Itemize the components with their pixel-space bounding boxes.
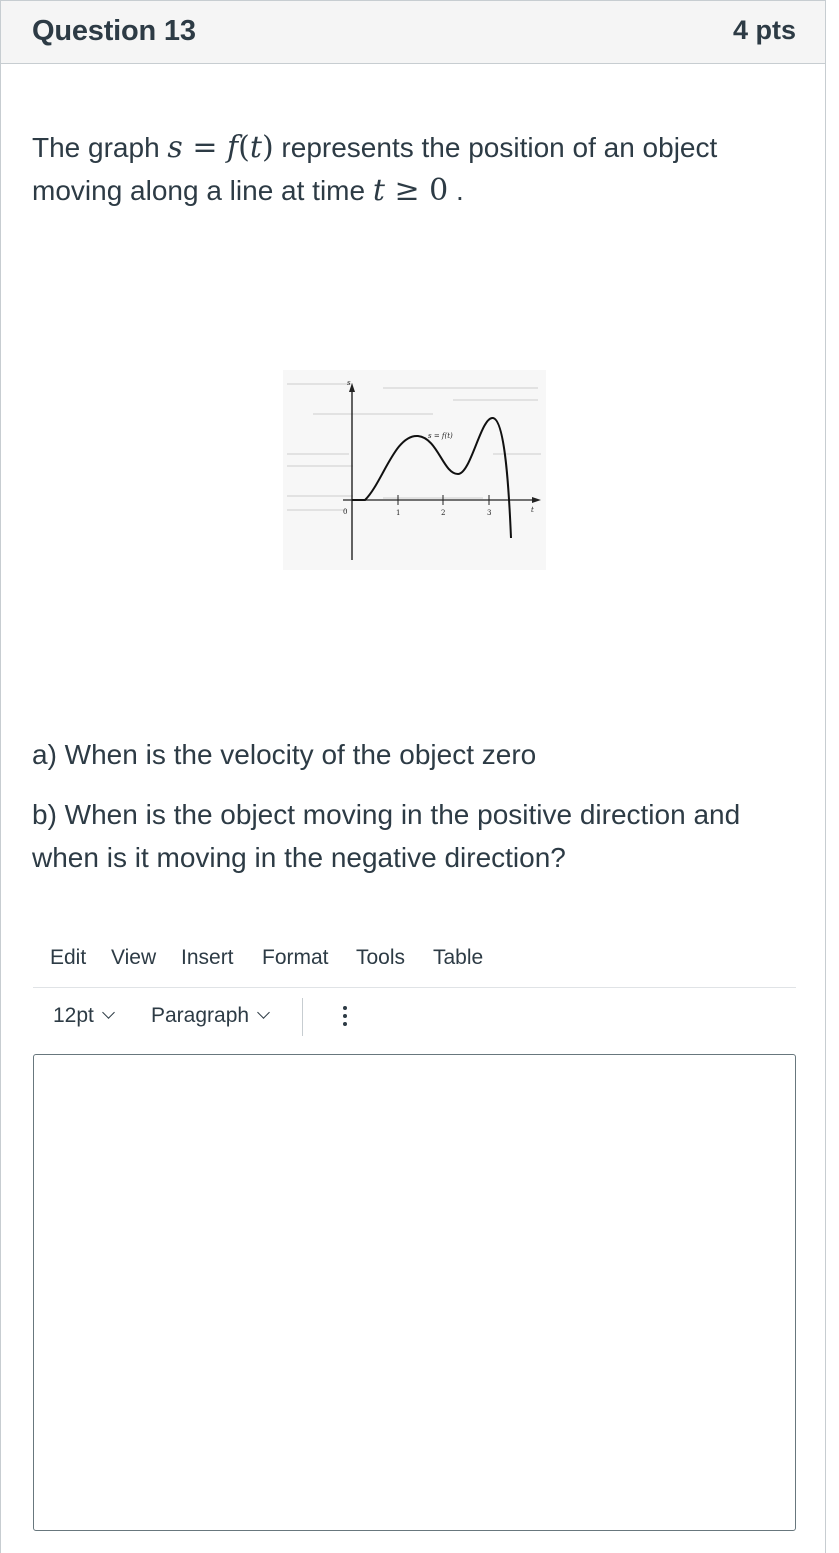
question-prompt: The graph s = f(t) represents the positi… [32,126,802,212]
toolbar-divider [302,998,303,1036]
math-condition: t ≥ 0 [372,173,449,208]
origin-label: 0 [343,508,347,516]
tick-label-1: 1 [396,509,400,517]
question-header: Question 13 4 pts [1,0,825,64]
chevron-down-icon [257,1006,270,1019]
math-expression: s = f(t) [167,130,274,165]
t-axis-label: t [531,506,534,514]
menu-format[interactable]: Format [262,946,329,970]
block-format-dropdown[interactable]: Paragraph [151,1004,270,1028]
tick-label-2: 2 [441,509,445,517]
editor-toolbar: 12pt Paragraph [33,994,796,1038]
more-options-icon[interactable] [333,1000,357,1032]
menu-edit[interactable]: Edit [50,946,86,970]
chevron-down-icon [102,1006,115,1019]
curve-label: s = f(t) [428,432,453,440]
menu-insert[interactable]: Insert [181,946,234,970]
prompt-text-end: . [448,175,464,206]
menu-view[interactable]: View [111,946,156,970]
menu-tools[interactable]: Tools [356,946,405,970]
tick-label-3: 3 [487,509,491,517]
answer-editor-area[interactable] [33,1054,796,1531]
prompt-text-before: The graph [32,132,168,163]
font-size-dropdown[interactable]: 12pt [53,1004,115,1028]
font-size-value: 12pt [53,1004,94,1027]
question-part-a: a) When is the velocity of the object ze… [32,739,537,770]
s-axis-label: s [347,379,351,387]
menu-table[interactable]: Table [433,946,483,970]
question-title: Question 13 [32,15,196,47]
quiz-question-card: Question 13 4 pts The graph s = f(t) rep… [0,0,826,1553]
position-graph-image: s t s = f(t) 0 1 2 3 [283,370,546,570]
editor-menubar: Edit View Insert Format Tools Table [33,938,796,988]
question-points: 4 pts [732,15,796,45]
question-part-b: b) When is the object moving in the posi… [32,799,741,873]
block-format-value: Paragraph [151,1004,250,1027]
